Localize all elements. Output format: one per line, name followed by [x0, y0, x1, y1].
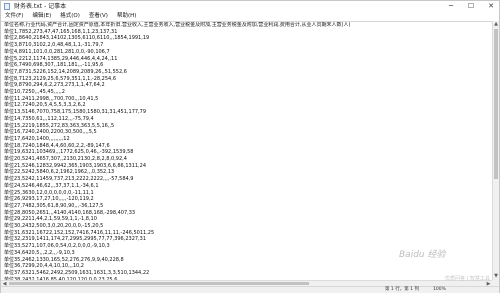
- menu-help[interactable]: 帮助(H): [117, 12, 136, 21]
- data-line: 单位30,2432,500,3,0,20,20,0,0,-15,20,5: [4, 223, 104, 229]
- horizontal-scroll-thumb[interactable]: [9, 282, 309, 285]
- cursor-position: 第 1 行，第 1 列: [385, 287, 419, 292]
- data-line: 单位14,7350,61,,,112,112,,,-75,79,4: [4, 115, 94, 122]
- data-line: 单位4,8911,101,0,0,281,281,0,0,-90,106,7: [4, 48, 110, 55]
- zoom-level: 100%: [433, 287, 446, 292]
- maximize-button[interactable]: ☐: [467, 1, 475, 12]
- title-bar[interactable]: 财务表.txt - 记事本 ─ ☐ ✕: [1, 1, 499, 12]
- vertical-scroll-thumb[interactable]: [494, 29, 498, 179]
- data-line: 单位34,6420,5,,,2,2,,,-9,10,3: [4, 249, 75, 256]
- data-line: 单位20,5241,4657,307,,2130,2130,2,8,2,8,0,…: [4, 156, 127, 162]
- minimize-button[interactable]: ─: [447, 1, 455, 12]
- data-line: 单位24,5246,46,62,,,37,37,1,1,-34,6,1: [4, 182, 99, 189]
- menu-view[interactable]: 查看(V): [89, 12, 108, 21]
- vertical-scrollbar[interactable]: ▲ ▼: [492, 21, 499, 280]
- notepad-app-icon: [4, 3, 10, 10]
- menu-format[interactable]: 格式(O): [60, 12, 80, 21]
- menu-file[interactable]: 文件(F): [5, 12, 23, 21]
- scroll-up-icon[interactable]: ▲: [493, 21, 499, 28]
- notepad-window: 财务表.txt - 记事本 ─ ☐ ✕ 文件(F) 编辑(E) 格式(O) 查看…: [0, 0, 500, 293]
- data-line: 单位7,8731,5226,152,14,2089,2089,26,,51,55…: [4, 68, 127, 75]
- watermark-caption: 优质问答 | 智慧工具: [445, 276, 490, 282]
- menu-edit[interactable]: 编辑(E): [32, 12, 51, 21]
- text-editor-area[interactable]: 单位名称,行业代码,资产合计,固定资产原值,本年折旧,营业收入,主营业务收入,营…: [1, 21, 492, 281]
- window-title: 财务表.txt - 记事本: [14, 3, 67, 10]
- data-line: 单位17,6420,1400,,,,,,,,,12: [4, 135, 70, 142]
- data-line: 单位27,7482,305,61,8,90,90,,,-36,127,5: [4, 202, 104, 209]
- status-bar: 第 1 行，第 1 列 100%: [1, 286, 499, 293]
- data-line: 单位10,7250,,,45,45,,,,,2: [4, 89, 65, 95]
- window-controls: ─ ☐ ✕: [447, 1, 495, 12]
- watermark-logo: Baidu 经验: [399, 250, 446, 260]
- header-line: 单位名称,行业代码,资产合计,固定资产原值,本年折旧,营业收入,主营业务收入,营…: [4, 22, 351, 28]
- menu-bar: 文件(F) 编辑(E) 格式(O) 查看(V) 帮助(H): [1, 12, 499, 21]
- close-button[interactable]: ✕: [487, 1, 495, 12]
- scroll-down-icon[interactable]: ▼: [493, 273, 499, 280]
- data-line: 单位37,6321,5462,2492,2509,1631,1631,3,3,5…: [4, 269, 150, 276]
